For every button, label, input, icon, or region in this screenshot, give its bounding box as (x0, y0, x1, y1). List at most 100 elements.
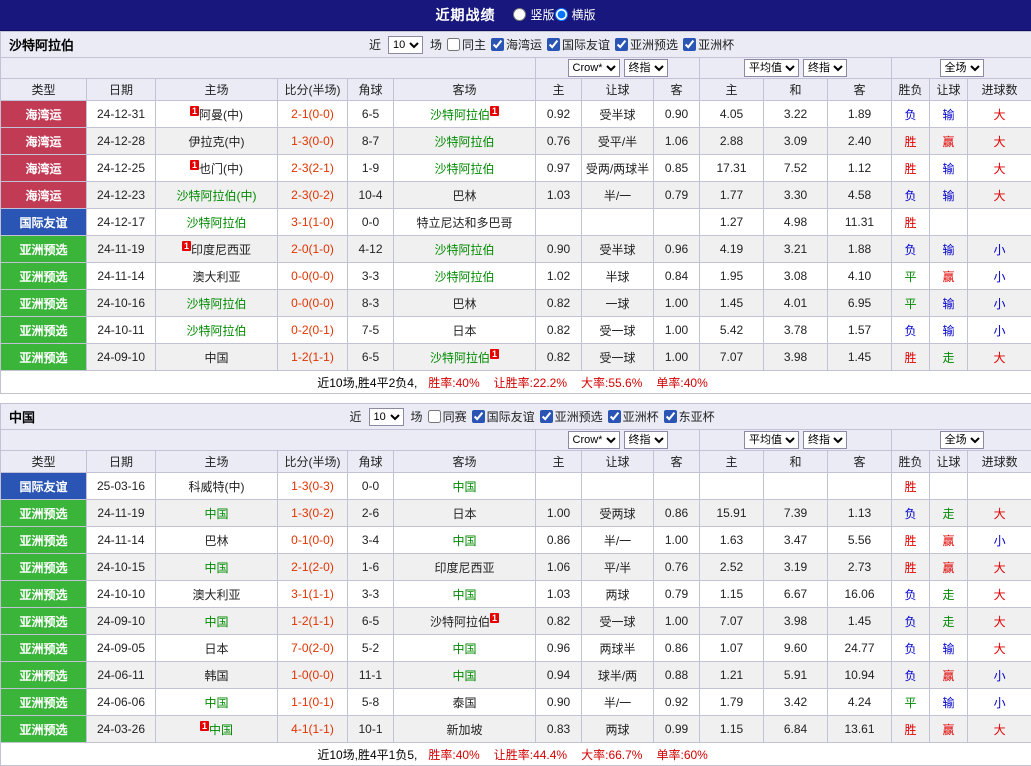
competition-filter[interactable]: 国际友谊 (547, 36, 610, 53)
bookmaker-select[interactable]: Crow* (568, 431, 620, 449)
competition-filter-checkbox[interactable] (447, 38, 460, 51)
competition-filter[interactable]: 亚洲预选 (615, 36, 678, 53)
handicap-odds-home: 1.06 (536, 554, 582, 581)
competition-filter[interactable]: 同主 (447, 36, 486, 53)
summary-stat: 单率:60% (656, 748, 707, 762)
corners: 2-6 (348, 500, 394, 527)
competition-filter[interactable]: 亚洲杯 (683, 36, 734, 53)
score: 2-1(0-0) (278, 101, 348, 128)
competition-filter-checkbox[interactable] (547, 38, 560, 51)
layout-radio-horizontal[interactable] (555, 8, 568, 21)
column-header: 日期 (87, 451, 156, 473)
competition-filter[interactable]: 亚洲预选 (540, 408, 603, 425)
competition-filter-checkbox[interactable] (608, 410, 621, 423)
corners: 6-5 (348, 344, 394, 371)
corners: 4-12 (348, 236, 394, 263)
match-row: 国际友谊25-03-16科威特(中)1-3(0-3)0-0中国胜 (1, 473, 1031, 500)
summary-stat: 胜率:40% (428, 376, 479, 390)
column-header: 客场 (394, 79, 536, 101)
competition-filter[interactable]: 国际友谊 (472, 408, 535, 425)
handicap-line: 两球半 (582, 635, 654, 662)
match-date: 24-09-10 (87, 608, 156, 635)
games-label: 场 (430, 36, 442, 53)
team-name: 沙特阿拉伯 (3, 35, 74, 54)
scope-select[interactable]: 全场 (940, 59, 984, 77)
column-header: 日期 (87, 79, 156, 101)
result-handicap: 赢 (930, 527, 968, 554)
home-team-name: 日本 (204, 642, 228, 656)
closing-index-select[interactable]: 终指 (803, 59, 847, 77)
competition-filter-label: 亚洲杯 (698, 36, 734, 53)
red-card-badge: 1 (490, 349, 499, 359)
competition-filter-checkbox[interactable] (664, 410, 677, 423)
competition-type-badge: 亚洲预选 (1, 689, 87, 716)
match-date: 24-11-19 (87, 236, 156, 263)
closing-index-select[interactable]: 终指 (624, 431, 668, 449)
result-goals: 大 (968, 554, 1031, 581)
competition-filter-checkbox[interactable] (683, 38, 696, 51)
result-outcome: 胜 (892, 155, 930, 182)
layout-radio-vertical[interactable] (513, 8, 526, 21)
handicap-odds-home (536, 473, 582, 500)
avg-odds-home: 1.07 (700, 635, 764, 662)
handicap-odds-home: 0.86 (536, 527, 582, 554)
layout-option-horizontal[interactable]: 横版 (555, 6, 596, 23)
match-date: 24-12-23 (87, 182, 156, 209)
avg-odds-away: 5.56 (828, 527, 892, 554)
average-select[interactable]: 平均值 (744, 431, 799, 449)
layout-option-vertical[interactable]: 竖版 (513, 6, 554, 23)
avg-odds-away: 24.77 (828, 635, 892, 662)
closing-index-select[interactable]: 终指 (624, 59, 668, 77)
handicap-odds-home: 0.97 (536, 155, 582, 182)
result-goals: 小 (968, 263, 1031, 290)
competition-filter-label: 国际友谊 (487, 408, 535, 425)
score: 0-1(0-0) (278, 527, 348, 554)
competition-filter[interactable]: 亚洲杯 (608, 408, 659, 425)
competition-filter-checkbox[interactable] (540, 410, 553, 423)
competition-type-badge: 亚洲预选 (1, 608, 87, 635)
corners: 5-8 (348, 689, 394, 716)
column-header: 主场 (156, 79, 278, 101)
competition-filter-label: 亚洲预选 (555, 408, 603, 425)
match-count-select[interactable]: 10 (369, 408, 404, 426)
avg-odds-home: 1.63 (700, 527, 764, 554)
avg-odds-away (828, 473, 892, 500)
handicap-odds-away: 0.84 (654, 263, 700, 290)
red-card-badge: 1 (190, 106, 199, 116)
bookmaker-select[interactable]: Crow* (568, 59, 620, 77)
match-row: 海湾运24-12-251也门(中)2-3(2-1)1-9沙特阿拉伯0.97受两/… (1, 155, 1031, 182)
handicap-odds-away: 0.79 (654, 182, 700, 209)
competition-filter-checkbox[interactable] (491, 38, 504, 51)
home-team-name: 中国 (204, 696, 228, 710)
match-count-select[interactable]: 10 (388, 36, 423, 54)
handicap-odds-home: 1.03 (536, 581, 582, 608)
competition-filter-checkbox[interactable] (428, 410, 441, 423)
away-team-name: 印度尼西亚 (434, 561, 494, 575)
result-goals (968, 473, 1031, 500)
layout-option-label: 竖版 (530, 6, 554, 23)
competition-filter[interactable]: 海湾运 (491, 36, 542, 53)
handicap-odds-home (536, 209, 582, 236)
result-handicap: 赢 (930, 263, 968, 290)
avg-odds-draw: 3.09 (764, 128, 828, 155)
closing-index-select[interactable]: 终指 (803, 431, 847, 449)
average-select[interactable]: 平均值 (744, 59, 799, 77)
match-date: 24-11-14 (87, 527, 156, 554)
summary-text: 近10场,胜4平2负4,胜率:40%让胜率:22.2%大率:55.6%单率:40… (1, 371, 1031, 394)
away-team-name: 沙特阿拉伯 (434, 162, 494, 176)
avg-odds-home: 4.19 (700, 236, 764, 263)
handicap-line: 平/半 (582, 554, 654, 581)
competition-filter[interactable]: 东亚杯 (664, 408, 715, 425)
match-date: 24-10-11 (87, 317, 156, 344)
result-outcome: 胜 (892, 554, 930, 581)
red-card-badge: 1 (200, 721, 209, 731)
match-row: 亚洲预选24-06-06中国1-1(0-1)5-8泰国0.90半/一0.921.… (1, 689, 1031, 716)
competition-filter-label: 亚洲杯 (623, 408, 659, 425)
competition-filter-checkbox[interactable] (615, 38, 628, 51)
competition-filter[interactable]: 同赛 (428, 408, 467, 425)
away-team: 中国 (394, 527, 536, 554)
handicap-odds-away (654, 473, 700, 500)
competition-filter-checkbox[interactable] (472, 410, 485, 423)
away-team-name: 巴林 (452, 189, 476, 203)
scope-select[interactable]: 全场 (940, 431, 984, 449)
